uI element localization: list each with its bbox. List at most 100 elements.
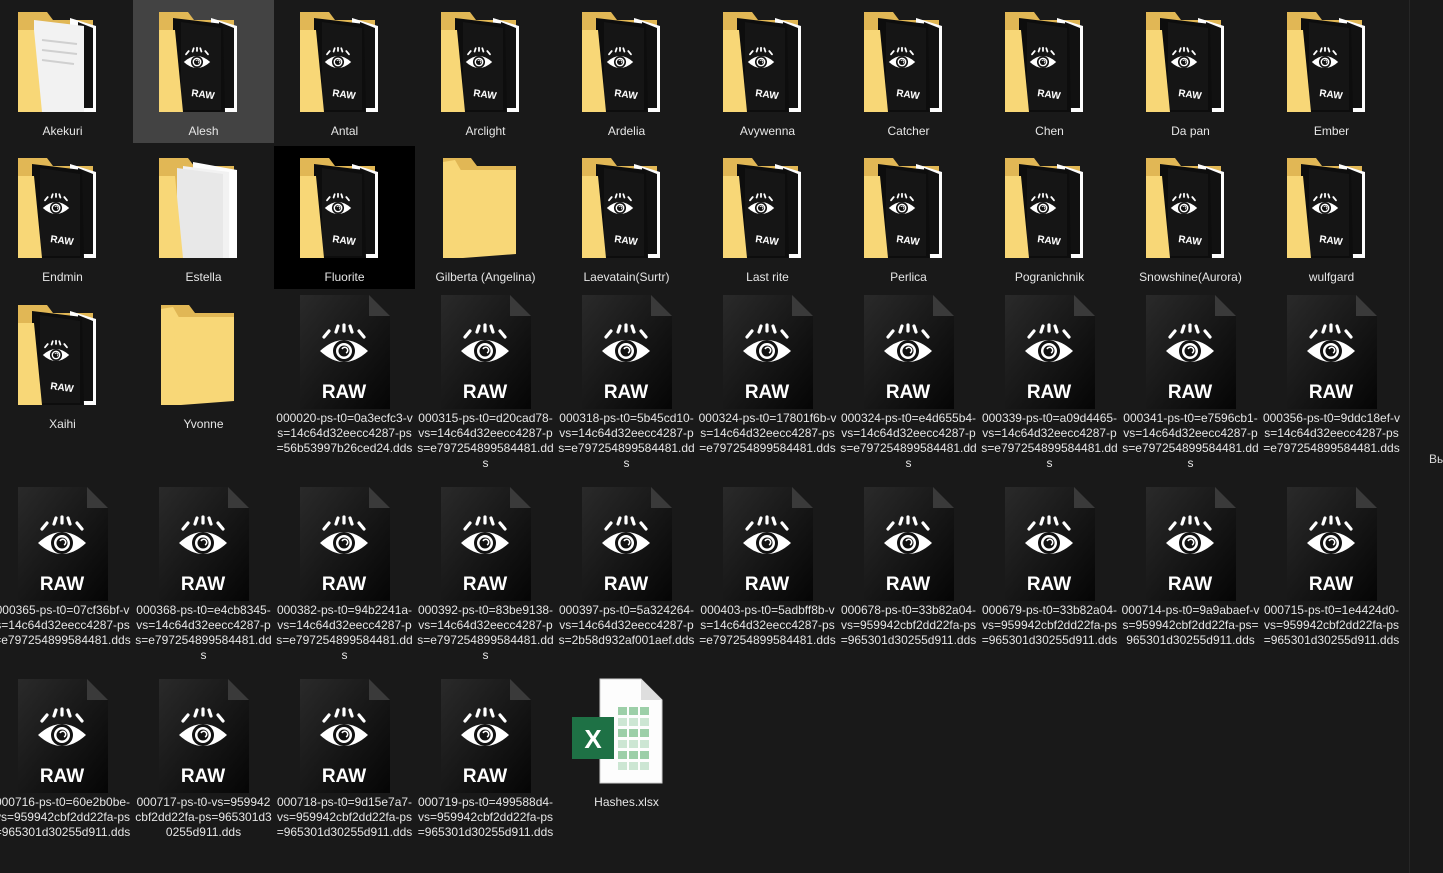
file-label: 000403-ps-t0=5adbff8b-vs=14c64d32eecc428… [699,603,836,647]
folder-raw-icon: RAW [697,146,838,268]
svg-text:RAW: RAW [181,766,225,787]
file-item[interactable]: RAW 000365-ps-t0=07cf36bf-vs=14c64d32eec… [0,485,133,665]
folder-label: Catcher [887,124,930,138]
raw-file-icon: RAW [415,293,556,415]
file-label: 000716-ps-t0=60e2b0be-vs=959942cbf2dd22f… [0,795,131,839]
file-item[interactable]: RAW 000356-ps-t0=9ddc18ef-vs=14c64d32eec… [1261,293,1402,473]
file-item[interactable]: RAW 000716-ps-t0=60e2b0be-vs=959942cbf2d… [0,677,133,857]
folder-item[interactable]: Akekuri [0,0,133,143]
raw-file-icon: RAW [979,293,1120,415]
folder-item[interactable]: RAW Snowshine(Aurora) [1120,146,1261,289]
folder-raw-icon: RAW [556,0,697,122]
folder-item[interactable]: RAW Alesh [133,0,274,143]
folder-label: Pogranichnik [1014,270,1085,284]
file-item[interactable]: RAW 000678-ps-t0=33b82a04-vs=959942cbf2d… [838,485,979,665]
file-item[interactable]: RAW 000397-ps-t0=5a324264-vs=14c64d32eec… [556,485,697,665]
svg-text:RAW: RAW [40,766,84,787]
raw-file-icon: RAW [697,293,838,415]
pane-divider [1409,0,1410,873]
folder-item[interactable]: RAW Ardelia [556,0,697,143]
file-item[interactable]: RAW 000403-ps-t0=5adbff8b-vs=14c64d32eec… [697,485,838,665]
folder-item[interactable]: RAW Chen [979,0,1120,143]
file-label: 000714-ps-t0=9a9abaef-vs=959942cbf2dd22f… [1121,603,1260,647]
file-item[interactable]: RAW 000341-ps-t0=e7596cb1-vs=14c64d32eec… [1120,293,1261,473]
folder-item[interactable]: Gilberta (Angelina) [415,146,556,289]
folder-item[interactable]: Yvonne [133,293,274,436]
file-item[interactable]: RAW 000318-ps-t0=5b45cd10-vs=14c64d32eec… [556,293,697,473]
folder-label: Antal [330,124,359,138]
folder-raw-icon: RAW [133,0,274,122]
file-item[interactable]: RAW 000382-ps-t0=94b2241a-vs=14c64d32eec… [274,485,415,665]
file-item[interactable]: RAW 000315-ps-t0=d20cad78-vs=14c64d32eec… [415,293,556,473]
file-label: 000678-ps-t0=33b82a04-vs=959942cbf2dd22f… [840,603,977,647]
raw-file-icon: RAW [556,485,697,607]
file-label: 000318-ps-t0=5b45cd10-vs=14c64d32eecc428… [558,411,695,470]
explorer-file-view: Akekuri RAW Alesh RAW Antal RAW Arclight… [0,0,1443,873]
file-label: 000356-ps-t0=9ddc18ef-vs=14c64d32eecc428… [1262,411,1401,455]
folder-label: Last rite [746,270,789,284]
folder-raw-icon: RAW [0,146,133,268]
folder-label: Chen [1035,124,1064,138]
file-item[interactable]: RAW 000714-ps-t0=9a9abaef-vs=959942cbf2d… [1120,485,1261,665]
file-label: 000718-ps-t0=9d15e7a7-vs=959942cbf2dd22f… [276,795,413,839]
folder-raw-icon: RAW [0,293,133,415]
folder-label: Snowshine(Aurora) [1139,270,1242,284]
folder-item[interactable]: RAW Laevatain(Surtr) [556,146,697,289]
file-label: 000368-ps-t0=e4cb8345-vs=14c64d32eecc428… [135,603,272,662]
file-label: 000679-ps-t0=33b82a04-vs=959942cbf2dd22f… [981,603,1118,647]
folder-item[interactable]: RAW Pogranichnik [979,146,1120,289]
file-item[interactable]: RAW 000339-ps-t0=a09d4465-vs=14c64d32eec… [979,293,1120,473]
svg-text:RAW: RAW [886,382,930,403]
folder-label: Arclight [465,124,506,138]
folder-raw-icon: RAW [415,0,556,122]
folder-raw-icon: RAW [979,0,1120,122]
folder-item[interactable]: RAW Ember [1261,0,1402,143]
folder-item[interactable]: RAW Da pan [1120,0,1261,143]
file-item[interactable]: X Hashes.xlsx [556,677,697,857]
folder-item[interactable]: RAW Perlica [838,146,979,289]
folder-raw-icon: RAW [1261,146,1402,268]
file-item[interactable]: RAW 000324-ps-t0=e4d655b4-vs=14c64d32eec… [838,293,979,473]
folder-item[interactable]: RAW Fluorite [274,146,415,289]
file-item[interactable]: RAW 000679-ps-t0=33b82a04-vs=959942cbf2d… [979,485,1120,665]
folder-item[interactable]: Estella [133,146,274,289]
file-item[interactable]: RAW 000020-ps-t0=0a3ecfc3-vs=14c64d32eec… [274,293,415,473]
file-label: 000315-ps-t0=d20cad78-vs=14c64d32eecc428… [417,411,554,470]
file-item[interactable]: RAW 000719-ps-t0=499588d4-vs=959942cbf2d… [415,677,556,857]
raw-file-icon: RAW [133,485,274,607]
folder-item[interactable]: RAW Arclight [415,0,556,143]
file-label: 000341-ps-t0=e7596cb1-vs=14c64d32eecc428… [1122,411,1259,470]
folder-item[interactable]: RAW wulfgard [1261,146,1402,289]
folder-item[interactable]: RAW Avywenna [697,0,838,143]
folder-raw-icon: RAW [697,0,838,122]
svg-text:RAW: RAW [886,574,930,595]
raw-file-icon: RAW [1120,485,1261,607]
file-label: 000382-ps-t0=94b2241a-vs=14c64d32eecc428… [276,603,413,662]
file-item[interactable]: RAW 000718-ps-t0=9d15e7a7-vs=959942cbf2d… [274,677,415,857]
folder-label: Laevatain(Surtr) [583,270,670,284]
folder-item[interactable]: RAW Last rite [697,146,838,289]
folder-label: Avywenna [739,124,796,138]
folder-paper-icon [133,146,274,268]
folder-item[interactable]: RAW Antal [274,0,415,143]
raw-file-icon: RAW [415,485,556,607]
folder-item[interactable]: RAW Catcher [838,0,979,143]
folder-label: Ardelia [607,124,646,138]
file-item[interactable]: RAW 000324-ps-t0=17801f6b-vs=14c64d32eec… [697,293,838,473]
file-item[interactable]: RAW 000717-ps-t0-vs=959942cbf2dd22fa-ps=… [133,677,274,857]
file-label: 000324-ps-t0=17801f6b-vs=14c64d32eecc428… [698,411,837,455]
file-item[interactable]: RAW 000715-ps-t0=1e4424d0-vs=959942cbf2d… [1261,485,1402,665]
file-label: 000719-ps-t0=499588d4-vs=959942cbf2dd22f… [417,795,554,839]
raw-file-icon: RAW [274,293,415,415]
folder-item[interactable]: RAW Endmin [0,146,133,289]
folder-label: Estella [185,270,222,284]
folder-item[interactable]: RAW Xaihi [0,293,133,436]
svg-text:RAW: RAW [745,382,789,403]
raw-file-icon: RAW [556,293,697,415]
folder-label: Gilberta (Angelina) [435,270,536,284]
svg-text:RAW: RAW [1168,382,1212,403]
file-item[interactable]: RAW 000392-ps-t0=83be9138-vs=14c64d32eec… [415,485,556,665]
svg-text:RAW: RAW [322,574,366,595]
file-label: 000020-ps-t0=0a3ecfc3-vs=14c64d32eecc428… [276,411,413,455]
file-item[interactable]: RAW 000368-ps-t0=e4cb8345-vs=14c64d32eec… [133,485,274,665]
